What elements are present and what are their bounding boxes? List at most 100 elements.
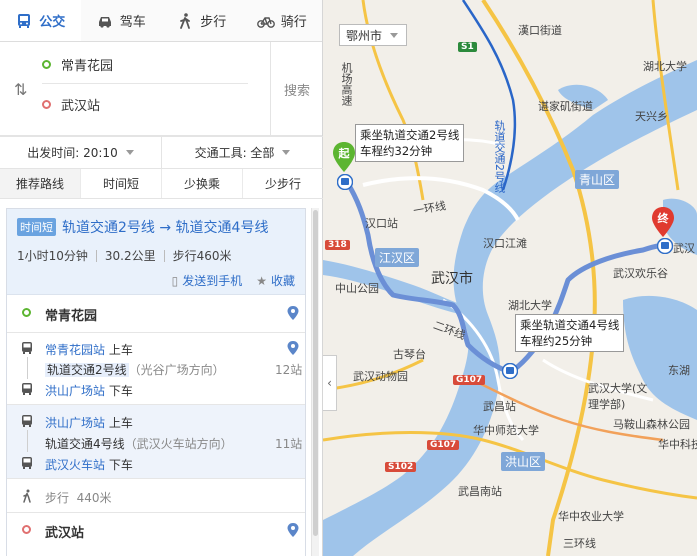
end-marker[interactable]: 终 [651, 207, 675, 237]
leg1-alight: 洪山广场站 下车 [45, 382, 133, 399]
bus-icon [22, 415, 32, 427]
location-pin-icon[interactable] [287, 341, 299, 355]
sort-tabs: 推荐路线 时间短 少换乘 少步行 [0, 169, 323, 199]
map-label: 湖北大学 [508, 299, 552, 312]
bus-station-icon[interactable] [502, 363, 518, 379]
map-label: 谌家矶街道 [538, 100, 593, 113]
depart-time-label: 出发时间: 20:10 [27, 146, 118, 160]
step-end: 武汉站 [7, 513, 305, 549]
tab-less-walking[interactable]: 少步行 [242, 169, 323, 198]
map-label: 汉口站 [365, 217, 398, 230]
destination-text: 武汉站 [61, 98, 101, 114]
tab-shortest-time[interactable]: 时间短 [80, 169, 161, 198]
route-meta: 1小时10分钟 30.2公里 步行460米 [17, 247, 295, 264]
end-marker-label: 终 [657, 212, 669, 225]
route-title-text: 轨道交通2号线 → 轨道交通4号线 [62, 220, 269, 236]
collapse-panel-button[interactable]: ‹ [323, 355, 337, 411]
scrollbar-thumb[interactable] [313, 210, 318, 536]
route-duration: 1小时10分钟 [17, 249, 88, 263]
destination-dot-icon [42, 99, 51, 109]
chevron-down-icon [125, 150, 134, 155]
leg2-alight-station[interactable]: 武汉火车站 [45, 458, 105, 472]
leg2-board-station[interactable]: 洪山广场站 [45, 416, 105, 430]
leg2-line-info: 轨道交通4号线（武汉火车站方向） [45, 435, 233, 452]
phone-icon: ▯ [171, 274, 179, 288]
city-select-value: 鄂州市 [346, 28, 383, 43]
origin-text: 常青花园 [61, 58, 114, 74]
panel-content: 常青花园 武汉站 搜索 出发时间: 20:10 交通工具: 全部 推荐路线 时间… [0, 0, 323, 556]
leg1-line-name[interactable]: 轨道交通2号线 [45, 363, 129, 377]
route-actions: ▯ 发送到手机 ★ 收藏 [17, 272, 295, 289]
map-label: 天兴乡 [635, 110, 668, 123]
start-marker-label: 起 [338, 147, 350, 160]
route-walk: 步行460米 [172, 249, 232, 263]
route-tag: 时间短 [17, 218, 56, 236]
location-pin-icon[interactable] [287, 306, 299, 320]
chevron-left-icon: ‹ [327, 376, 332, 390]
tab-fewer-transfers[interactable]: 少换乘 [161, 169, 242, 198]
route-title: 时间短 轨道交通2号线 → 轨道交通4号线 [17, 217, 295, 237]
od-divider [42, 83, 248, 84]
map-label: 中山公园 [335, 282, 379, 295]
route-summary[interactable]: 时间短 轨道交通2号线 → 轨道交通4号线 1小时10分钟 30.2公里 步行4… [7, 209, 305, 295]
walk-step: 步行 440米 [45, 489, 112, 506]
route-callout-line4: 乘坐轨道交通4号线 车程约25分钟 [515, 314, 625, 352]
city-select[interactable]: 鄂州市 [339, 24, 407, 46]
route-callout-line2: 乘坐轨道交通2号线 车程约32分钟 [355, 124, 465, 162]
leg1-alight-label: 下车 [108, 384, 133, 398]
map-label: 东湖 [668, 364, 690, 377]
leg2-direction: （武汉火车站方向） [124, 437, 233, 451]
chevron-down-icon [390, 32, 399, 38]
route-card: 时间短 轨道交通2号线 → 轨道交通4号线 1小时10分钟 30.2公里 步行4… [6, 208, 306, 556]
send-to-phone-label: 发送到手机 [182, 274, 243, 288]
bus-station-icon[interactable] [337, 174, 353, 190]
step-leg-1[interactable]: 常青花园站 上车 轨道交通2号线 （光谷广场方向） 12站 洪山广场站 下车 [7, 333, 305, 405]
favorite-button[interactable]: ★ 收藏 [256, 272, 295, 289]
road-tag: S102 [385, 462, 417, 472]
callout-line: 乘坐轨道交通4号线 [520, 318, 620, 332]
map-label-metro: 轨道交通2号线 [493, 120, 506, 193]
send-to-phone-button[interactable]: ▯ 发送到手机 [172, 272, 243, 289]
road-tag: G107 [427, 440, 460, 450]
bus-station-icon[interactable] [657, 238, 673, 254]
search-button[interactable]: 搜索 [270, 42, 323, 136]
location-pin-icon[interactable] [287, 523, 299, 537]
depart-time-filter[interactable]: 出发时间: 20:10 [0, 137, 161, 168]
step-leg-2[interactable]: 洪山广场站 上车 轨道交通4号线（武汉火车站方向） 11站 武汉火车站 下车 [7, 405, 305, 479]
route-distance: 30.2公里 [104, 249, 156, 263]
leg1-board-station[interactable]: 常青花园站 [45, 343, 105, 357]
bus-icon [22, 457, 32, 469]
transport-tool-filter[interactable]: 交通工具: 全部 [161, 137, 323, 168]
leg2-alight: 武汉火车站 下车 [45, 456, 133, 473]
leg1-line-info: 轨道交通2号线 （光谷广场方向） [45, 361, 225, 378]
map-label: 华中科技 [658, 438, 697, 451]
chevron-down-icon [282, 150, 291, 155]
leg2-alight-label: 下车 [108, 458, 133, 472]
leg2-line-name[interactable]: 轨道交通4号线 [45, 437, 125, 451]
map-label: 华中师范大学 [473, 424, 539, 437]
tab-recommended[interactable]: 推荐路线 [0, 169, 80, 198]
map-label: 马鞍山森林公园 [613, 418, 690, 431]
callout-line: 乘坐轨道交通2号线 [360, 128, 460, 142]
step-start: 常青花园 [7, 295, 305, 333]
leg1-alight-station[interactable]: 洪山广场站 [45, 384, 105, 398]
leg1-connector [27, 357, 28, 379]
map-label: 漢口街道 [518, 24, 562, 37]
leg1-board-label: 上车 [108, 343, 133, 357]
start-dot-icon [22, 308, 31, 317]
destination-input[interactable]: 武汉站 [42, 90, 248, 118]
start-marker[interactable]: 起 [332, 142, 356, 172]
meta-divider [95, 249, 97, 262]
callout-time: 车程约32分钟 [360, 144, 433, 158]
origin-input[interactable]: 常青花园 [42, 50, 248, 78]
step-walk[interactable]: 步行 440米 [7, 479, 305, 513]
road-tag: G107 [453, 375, 486, 385]
road-tag: 318 [325, 240, 350, 250]
scrollbar[interactable] [311, 208, 319, 556]
map-label: 武昌南站 [458, 485, 502, 498]
map-label: 武汉 [673, 242, 695, 255]
favorite-label: 收藏 [270, 274, 295, 288]
map-view[interactable]: 鄂州市 漢口街道 湖北大学 谌家矶街道 天兴乡 机场高速 汉口站 汉口江滩 武汉… [323, 0, 697, 556]
callout-time: 车程约25分钟 [520, 334, 593, 348]
bus-icon [22, 383, 32, 395]
